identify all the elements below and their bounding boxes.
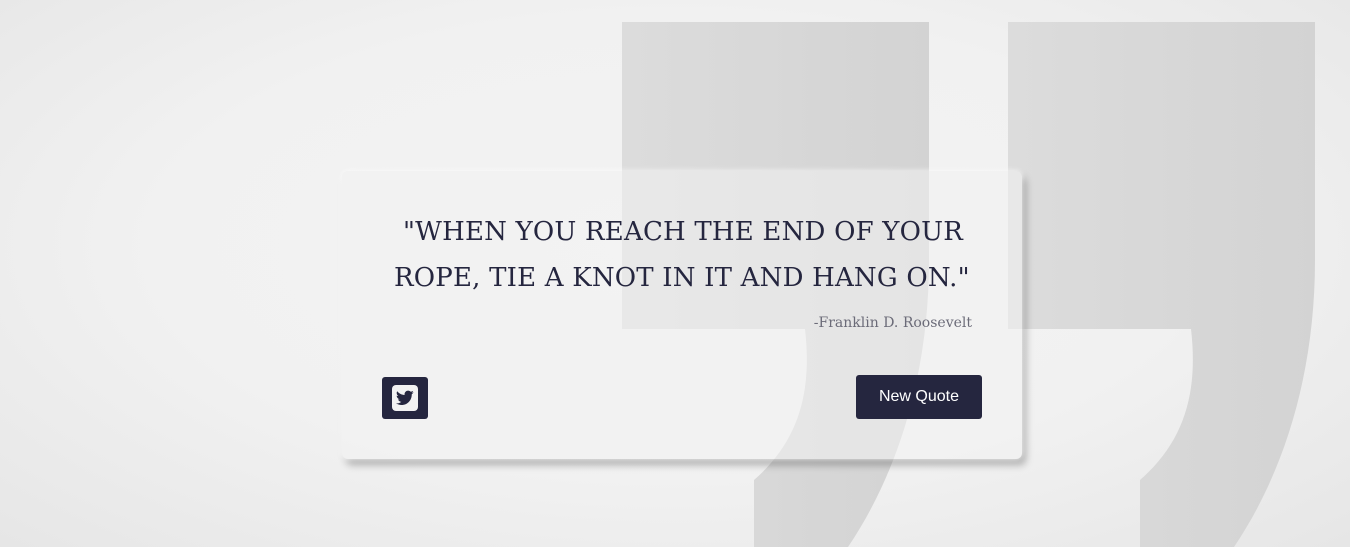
twitter-icon <box>392 385 418 411</box>
tweet-button[interactable] <box>382 377 428 419</box>
quote-card: "When you reach the end of your rope, ti… <box>342 171 1022 459</box>
new-quote-button[interactable]: New Quote <box>856 375 982 419</box>
quote-text: "When you reach the end of your rope, ti… <box>394 217 970 293</box>
quote-author: -Franklin D. Roosevelt <box>813 315 972 331</box>
